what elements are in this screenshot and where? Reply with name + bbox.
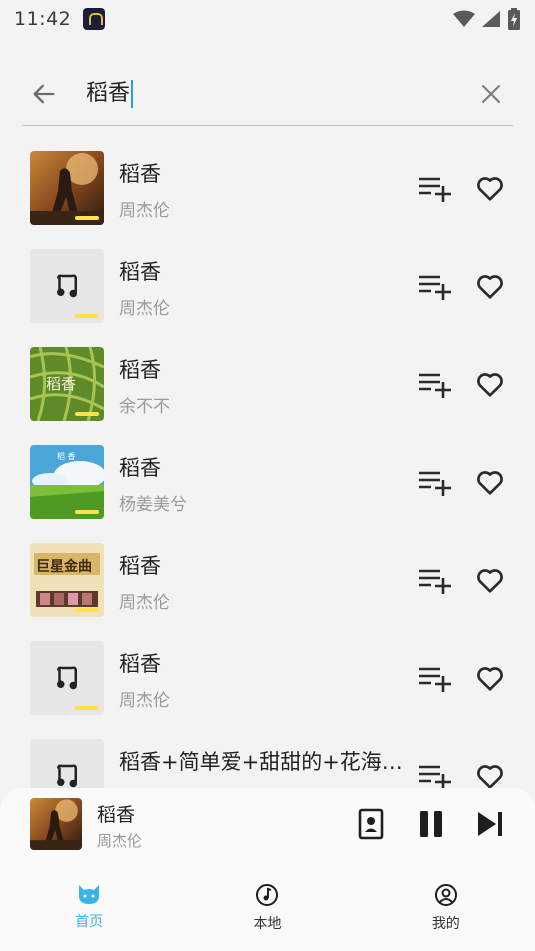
album-cover [30,249,104,323]
music-note-icon [57,666,77,690]
cover-tag [75,314,99,318]
heart-icon[interactable] [474,172,506,204]
cat-icon [79,885,100,904]
wifi-icon [453,10,475,27]
music-note-icon [57,274,77,298]
arrow-left-icon [33,84,55,103]
song-artist: 余不不 [119,397,170,417]
song-row[interactable]: 稻香 周杰伦 [0,630,535,728]
heart-icon[interactable] [474,466,506,498]
playlist-icon [358,808,384,840]
song-row[interactable]: 稻香 周杰伦 [0,238,535,336]
heart-icon[interactable] [474,270,506,302]
battery-icon [508,8,520,30]
search-input[interactable]: 稻香 [86,79,134,108]
now-playing-artist: 周杰伦 [97,832,143,850]
add-to-playlist-icon[interactable] [416,761,452,790]
status-time: 11:42 [14,8,72,30]
bottom-navigation: 首页 本地 我的 [0,864,535,951]
pause-button[interactable] [415,806,447,842]
song-artist: 周杰伦 [119,691,170,711]
album-cover: 稻香 [30,347,104,421]
album-cover [30,641,104,715]
now-playing-cover [30,798,82,850]
close-icon [482,84,500,103]
song-row[interactable]: 巨星金曲 稻香 周杰伦 [0,532,535,630]
song-artist: 杨姜美兮 [119,495,187,515]
album-art-image: 巨星金曲 [30,543,104,617]
add-to-playlist-icon[interactable] [416,271,452,301]
song-title: 稻香 [119,456,161,480]
song-title: 稻香 [119,652,161,676]
cover-text: 巨星金曲 [36,558,92,575]
cover-tag [75,510,99,514]
album-art-image [30,798,82,850]
search-results-list: 稻香 周杰伦 稻香 周杰伦 稻香 稻香 余不不 稻 香 稻香 杨姜美兮 巨星金曲… [0,140,535,790]
heart-icon[interactable] [474,662,506,694]
mini-player[interactable]: 稻香 周杰伦 [0,788,535,864]
song-artist: 周杰伦 [119,299,170,319]
back-button[interactable] [22,72,66,116]
now-playing-title: 稻香 [97,804,136,826]
cover-text: 稻 香 [57,451,76,461]
song-artist: 周杰伦 [119,201,170,221]
cover-tag [75,216,99,220]
add-to-playlist-icon[interactable] [416,173,452,203]
album-cover: 稻 香 [30,445,104,519]
skip-next-icon [478,812,502,836]
nav-home[interactable]: 首页 [0,864,178,951]
song-title: 稻香 [119,260,161,284]
album-cover [30,151,104,225]
song-title: 稻香 [119,162,161,186]
profile-icon [434,884,457,906]
cover-tag [75,412,99,416]
album-art-image: 稻 香 [30,445,104,519]
song-title: 稻香 [119,358,161,382]
song-row[interactable]: 稻香 周杰伦 [0,140,535,238]
status-bar: 11:42 [0,0,535,38]
add-to-playlist-icon[interactable] [416,663,452,693]
album-cover [30,739,104,790]
music-note-icon [57,764,77,788]
add-to-playlist-icon[interactable] [416,565,452,595]
clear-search-button[interactable] [469,72,513,116]
heart-icon[interactable] [474,564,506,596]
playlist-button[interactable] [355,806,387,842]
cover-tag [75,706,99,710]
song-row[interactable]: 稻 香 稻香 杨姜美兮 [0,434,535,532]
heart-icon[interactable] [474,760,506,790]
song-title: 稻香+简单爱+甜甜的+花海+晴天 [119,750,409,774]
music-disc-icon [256,884,279,906]
nav-profile[interactable]: 我的 [357,864,535,951]
add-to-playlist-icon[interactable] [416,467,452,497]
song-title: 稻香 [119,554,161,578]
album-art-image [30,151,104,225]
nav-local[interactable]: 本地 [178,864,356,951]
add-to-playlist-icon[interactable] [416,369,452,399]
album-art-image: 稻香 [30,347,104,421]
cellular-signal-icon [482,11,500,27]
song-row[interactable]: 稻香 稻香 余不不 [0,336,535,434]
next-button[interactable] [474,806,506,842]
song-artist: 周杰伦 [119,593,170,613]
album-cover: 巨星金曲 [30,543,104,617]
cover-text: 稻香 [46,375,76,393]
search-bar: 稻香 [22,62,513,126]
nav-label: 本地 [253,916,282,932]
pause-icon [420,811,442,837]
cover-tag [75,608,99,612]
song-row[interactable]: 稻香+简单爱+甜甜的+花海+晴天 [0,728,535,790]
heart-icon[interactable] [474,368,506,400]
nav-label: 首页 [75,914,104,930]
nav-label: 我的 [431,916,460,932]
app-notification-icon [83,8,106,30]
